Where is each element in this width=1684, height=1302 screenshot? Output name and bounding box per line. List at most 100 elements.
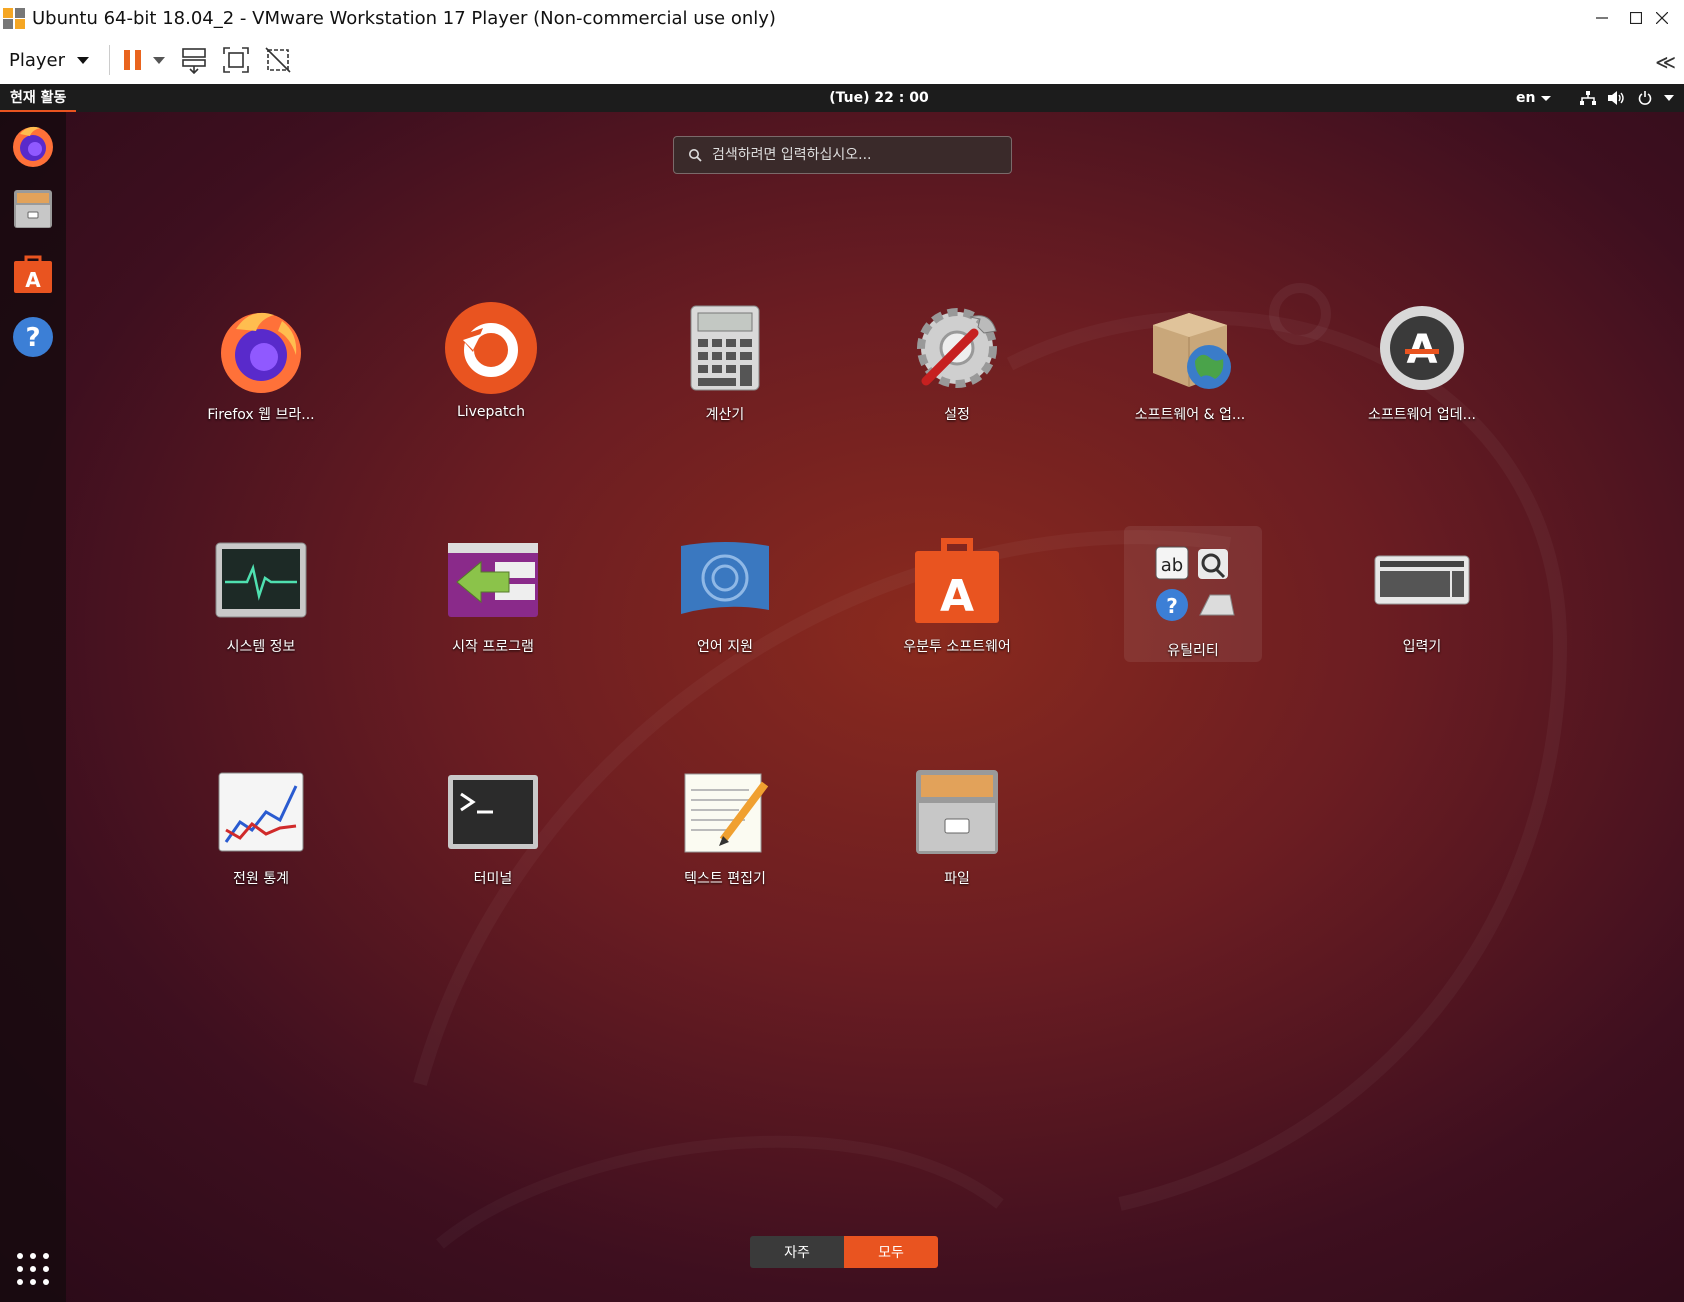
- app-language-support[interactable]: 언어 지원: [625, 530, 825, 680]
- app-label: 입력기: [1402, 639, 1442, 655]
- volume-icon: [1608, 91, 1626, 105]
- collapse-toolbar-button[interactable]: ≪: [1655, 50, 1676, 74]
- app-label: 소프트웨어 업데...: [1368, 407, 1476, 423]
- app-software-updater[interactable]: A 소프트웨어 업데...: [1322, 298, 1522, 448]
- pause-button[interactable]: [122, 48, 166, 72]
- tab-frequent[interactable]: 자주: [750, 1236, 844, 1268]
- clock-label[interactable]: (Tue) 22 : 00: [829, 90, 928, 106]
- minimize-icon: [1596, 17, 1608, 19]
- app-startup-applications[interactable]: 시작 프로그램: [393, 530, 593, 680]
- unity-mode-button[interactable]: [264, 46, 292, 74]
- window-titlebar: Ubuntu 64-bit 18.04_2 - VMware Workstati…: [0, 0, 1684, 36]
- close-button[interactable]: [1640, 0, 1684, 36]
- terminal-icon: [448, 775, 538, 849]
- network-icon: [1580, 91, 1596, 105]
- app-label: Firefox 웹 브라...: [207, 407, 315, 423]
- wallpaper-pattern: [413, 283, 1568, 1211]
- dock-item-help[interactable]: ?: [8, 312, 58, 362]
- software-updates-icon: [1153, 313, 1231, 389]
- app-livepatch[interactable]: Livepatch: [391, 298, 591, 448]
- double-chevron-left-icon: ≪: [1655, 50, 1676, 74]
- app-folder-utilities[interactable]: ab ? 유틸리티: [1124, 526, 1262, 662]
- send-ctrl-alt-del-button[interactable]: [180, 46, 208, 74]
- firefox-icon: [221, 312, 301, 393]
- apps-grid-icon: [43, 1266, 49, 1272]
- svg-text:ab: ab: [1161, 555, 1183, 576]
- player-menu-button[interactable]: Player: [9, 49, 90, 71]
- toolbar-divider: [109, 45, 111, 75]
- gnome-top-bar: 현재 활동 (Tue) 22 : 00 en: [0, 84, 1684, 112]
- apps-grid-icon: [43, 1279, 49, 1285]
- apps-grid-icon: [30, 1253, 36, 1259]
- chevron-down-icon: [1664, 95, 1674, 101]
- app-terminal[interactable]: 터미널: [393, 762, 593, 912]
- fullscreen-icon: [223, 47, 249, 73]
- svg-text:?: ?: [25, 323, 40, 353]
- system-tray[interactable]: [1580, 84, 1684, 112]
- tab-all[interactable]: 모두: [844, 1236, 938, 1268]
- vm-screen[interactable]: 현재 활동 (Tue) 22 : 00 en A ? 검색하려면 입력하십시오.…: [0, 84, 1684, 1302]
- app-label: 전원 통계: [233, 871, 289, 887]
- app-label: Livepatch: [456, 404, 526, 420]
- full-screen-button[interactable]: [222, 46, 250, 74]
- svg-text:A: A: [940, 571, 974, 622]
- app-software-updates[interactable]: 소프트웨어 & 업...: [1090, 298, 1290, 448]
- apps-grid-icon: [30, 1266, 36, 1272]
- app-ubuntu-software[interactable]: A 우분투 소프트웨어: [857, 530, 1057, 680]
- dock-item-ubuntu-software[interactable]: A: [8, 248, 58, 298]
- input-language-menu[interactable]: en: [1516, 84, 1552, 112]
- apps-grid-icon: [43, 1253, 49, 1259]
- search-icon: [689, 149, 702, 162]
- tab-label: 모두: [878, 1245, 904, 1261]
- keyboard-input-icon: [1374, 555, 1470, 605]
- app-files[interactable]: 파일: [857, 762, 1057, 912]
- ubuntu-software-icon: A: [915, 538, 999, 623]
- app-label: 설정: [944, 407, 970, 423]
- apps-grid-icon: [17, 1279, 23, 1285]
- system-monitor-icon: [215, 542, 307, 618]
- send-keys-icon: [182, 48, 206, 74]
- app-power-statistics[interactable]: 전원 통계: [161, 762, 361, 912]
- app-system-monitor[interactable]: 시스템 정보: [161, 530, 361, 680]
- text-editor-icon: [684, 773, 769, 853]
- app-label: 언어 지원: [697, 639, 753, 655]
- app-label: 계산기: [705, 407, 745, 423]
- language-support-icon: [681, 542, 769, 614]
- show-applications-button[interactable]: [8, 1244, 58, 1294]
- svg-text:?: ?: [1166, 594, 1178, 618]
- files-icon: [14, 190, 52, 228]
- app-firefox[interactable]: Firefox 웹 브라...: [161, 298, 361, 448]
- app-label: 유틸리티: [1167, 643, 1219, 659]
- activities-button[interactable]: 현재 활동: [0, 84, 77, 112]
- search-input[interactable]: [710, 146, 994, 164]
- app-input-method[interactable]: 입력기: [1322, 530, 1522, 680]
- vmware-icon: [3, 8, 25, 29]
- dock-item-files[interactable]: [8, 184, 58, 234]
- help-icon: ?: [13, 317, 53, 357]
- calculator-icon: [690, 305, 760, 391]
- search-box[interactable]: [673, 136, 1012, 174]
- app-label: 텍스트 편집기: [684, 871, 766, 887]
- tab-label: 자주: [784, 1245, 810, 1261]
- ubuntu-software-icon: A: [14, 255, 52, 293]
- dock: A ?: [0, 112, 66, 1302]
- files-icon: [916, 770, 998, 854]
- player-toolbar: Player: [0, 36, 1684, 85]
- app-settings[interactable]: 설정: [857, 298, 1057, 448]
- dock-item-firefox[interactable]: [8, 120, 58, 170]
- app-view-switcher: 자주 모두: [750, 1236, 938, 1268]
- unity-icon: [265, 47, 291, 73]
- apps-grid-icon: [17, 1266, 23, 1272]
- livepatch-icon: [445, 302, 537, 394]
- app-label: 우분투 소프트웨어: [903, 639, 1011, 655]
- player-menu-label: Player: [9, 49, 66, 71]
- apps-grid-icon: [30, 1279, 36, 1285]
- power-statistics-icon: [218, 772, 304, 852]
- app-label: 시작 프로그램: [452, 639, 534, 655]
- app-calculator[interactable]: 계산기: [625, 298, 825, 448]
- app-label: 터미널: [473, 871, 513, 887]
- app-text-editor[interactable]: 텍스트 편집기: [625, 762, 825, 912]
- chevron-down-icon: [153, 57, 166, 64]
- app-label: 시스템 정보: [226, 639, 296, 655]
- startup-apps-icon: [448, 543, 538, 617]
